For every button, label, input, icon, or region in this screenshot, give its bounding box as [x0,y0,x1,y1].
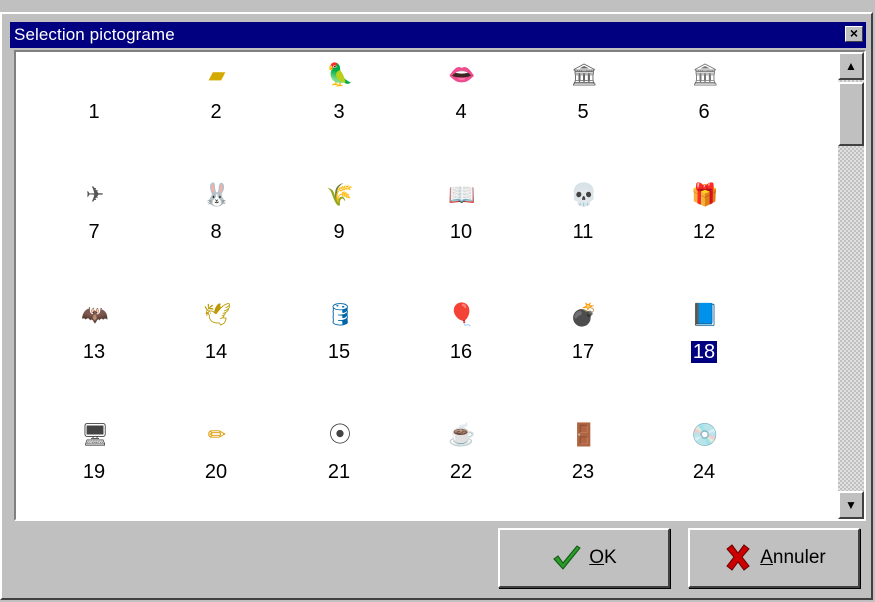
leaf-icon: 🌾 [326,182,354,207]
pictogram-number: 4 [455,101,467,123]
rocket-icon: ✈ [85,182,105,207]
checkmark-icon [553,545,581,570]
pictogram-item[interactable]: 📘 18 [664,300,744,390]
pictogram-number: 11 [572,221,594,243]
pictogram-item[interactable]: 🚪 23 [543,420,623,510]
blank-icon [80,60,110,90]
bat-icon: 🦇 [81,302,109,327]
pictogram-item[interactable]: ☕ 22 [421,420,501,510]
computer-monitor-icon: 🖥 [81,422,109,447]
pictogram-item[interactable]: ▰ 2 [176,60,256,150]
pictogram-number: 19 [82,461,106,483]
pictogram-number: 13 [82,341,106,363]
ionic-column-icon: 🏛 [691,62,719,87]
pictogram-item[interactable]: 1 [54,60,134,150]
pictogram-item[interactable]: 📖 10 [421,180,501,270]
pictogram-number: 5 [577,101,589,123]
pictogram-item[interactable]: 🦇 13 [54,300,134,390]
title-bar[interactable]: Selection pictograme × [10,22,866,48]
balloon-icon: 🎈 [448,302,476,327]
compact-disc-icon: 💿 [691,422,719,447]
pictogram-list[interactable]: 1 ▰ 2 🦜 3 👄 4 🏛 5 🏛 6 ✈ 7 🐰 8 🌾 9 📖 10 💀 11 🎁 12 🦇 13 🕊 14 🛢 15 🎈 16 💣 1… [14,50,866,521]
cancel-label: Annuler [760,547,826,568]
database-icon: 🛢 [326,302,354,327]
pictogram-item[interactable]: 🐰 8 [176,180,256,270]
close-icon: × [849,25,859,41]
pictogram-number: 17 [571,341,595,363]
scroll-thumb[interactable] [838,82,864,146]
arrow-up-icon: ▲ [845,59,857,73]
pictogram-number: 24 [692,461,716,483]
pictogram-number: 16 [449,341,473,363]
pictogram-number: 23 [571,461,595,483]
pictogram-number: 22 [449,461,473,483]
pictogram-number: 20 [204,461,228,483]
pictogram-item[interactable]: 🏛 6 [664,60,744,150]
eye-mask-icon: ▰ [208,62,226,87]
pictogram-number: 3 [333,101,345,123]
pictogram-number: 9 [333,221,345,243]
pictogram-item[interactable]: 💿 24 [664,420,744,510]
red-door-icon: 🚪 [570,422,598,447]
pictogram-number: 8 [210,221,222,243]
pictogram-item[interactable]: 🛢 15 [299,300,379,390]
pictogram-item[interactable]: 🦜 3 [299,60,379,150]
pictogram-item[interactable]: ✈ 7 [54,180,134,270]
pictogram-number: 12 [692,221,716,243]
pictogram-item[interactable]: 💣 17 [543,300,623,390]
pictogram-item[interactable]: 🎈 16 [421,300,501,390]
pictogram-item[interactable]: 💀 11 [543,180,623,270]
pictogram-item[interactable]: 🕊 14 [176,300,256,390]
parrot-icon: 🦜 [326,62,354,87]
window-title: Selection pictograme [14,25,175,44]
ok-label: OK [589,547,617,568]
pictogram-number: 18 [690,341,718,363]
dialog-window: Selection pictograme × 1 ▰ 2 🦜 3 👄 4 🏛 5 🏛 6 ✈ 7 🐰 8 🌾 9… [0,0,875,602]
bomb-icon: 💣 [570,302,598,327]
pictogram-number: 2 [210,101,222,123]
pencil-icon: ✏ [207,422,227,447]
pictogram-number: 1 [88,101,100,123]
rabbit-icon: 🐰 [203,182,231,207]
pictogram-number: 10 [449,221,473,243]
lips-icon: 👄 [448,62,476,87]
pictogram-item[interactable]: ✏ 20 [176,420,256,510]
pictogram-grid: 1 ▰ 2 🦜 3 👄 4 🏛 5 🏛 6 ✈ 7 🐰 8 🌾 9 📖 10 💀 11 🎁 12 🦇 13 🕊 14 🛢 15 🎈 16 💣 1… [16,52,836,519]
red-x-icon [726,544,750,571]
column-icon: 🏛 [570,62,598,87]
pictogram-item[interactable]: 🌾 9 [299,180,379,270]
scroll-up-button[interactable]: ▲ [838,52,864,80]
ok-button[interactable]: OK [498,528,670,588]
pictogram-item[interactable]: 🏛 5 [543,60,623,150]
cancel-button[interactable]: Annuler [688,528,860,588]
coffee-cup-icon: ☕ [448,422,476,447]
pictogram-item[interactable]: ⦿ 21 [299,420,379,510]
pictogram-number: 14 [204,341,228,363]
gift-box-icon: 🎁 [691,182,719,207]
bird-icon: 🕊 [203,302,231,327]
pictogram-number: 21 [327,461,351,483]
arrow-down-icon: ▼ [845,498,857,512]
film-reel-icon: ⦿ [328,422,351,447]
pictogram-number: 6 [698,101,710,123]
book-stack-icon: 📘 [691,302,719,327]
vertical-scrollbar[interactable]: ▲ ▼ [838,52,864,519]
pictogram-item[interactable]: 👄 4 [421,60,501,150]
close-button[interactable]: × [845,26,863,42]
scroll-down-button[interactable]: ▼ [838,491,864,519]
pictogram-number: 7 [88,221,100,243]
skull-head-icon: 💀 [570,182,598,207]
pictogram-item[interactable]: 🎁 12 [664,180,744,270]
open-book-icon: 📖 [448,182,476,207]
pictogram-item[interactable]: 🖥 19 [54,420,134,510]
pictogram-number: 15 [327,341,351,363]
